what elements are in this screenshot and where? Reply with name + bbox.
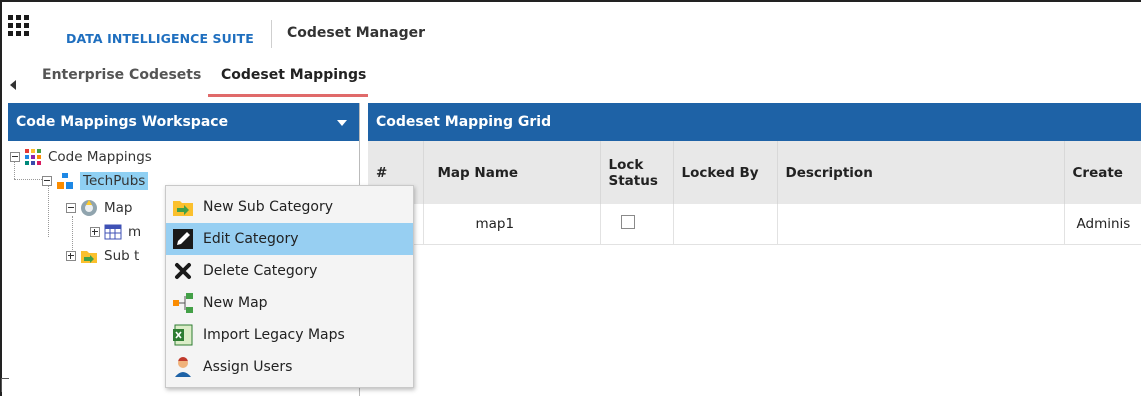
tree-node-root[interactable]: Code Mappings [10, 147, 152, 167]
menu-label-assign-users: Assign Users [203, 359, 293, 375]
tab-enterprise-codesets[interactable]: Enterprise Codesets [42, 67, 201, 83]
menu-item-delete-category[interactable]: Delete Category [166, 255, 413, 287]
tree-label-map-item: m [128, 224, 142, 240]
expand-toggle-icon[interactable] [66, 251, 76, 261]
tree-label-root: Code Mappings [48, 149, 152, 165]
menu-label-new-map: New Map [203, 295, 268, 311]
col-header-lock-status[interactable]: Lock Status [600, 141, 674, 204]
expand-toggle-icon[interactable] [90, 227, 100, 237]
table-row[interactable]: map1 Adminis [368, 204, 1141, 245]
menu-item-new-sub-category[interactable]: New Sub Category [166, 191, 413, 223]
mapping-grid: # Map Name Lock Status Locked By Descrip… [368, 141, 1141, 245]
delete-x-icon [172, 260, 194, 282]
workspace-title: Code Mappings Workspace [16, 114, 229, 130]
subcategory-folder-icon [80, 247, 98, 265]
col-header-locked-by[interactable]: Locked By [673, 141, 778, 204]
menu-label-new-sub-category: New Sub Category [203, 199, 334, 215]
new-map-icon [172, 292, 194, 314]
collapse-toggle-icon[interactable] [66, 203, 76, 213]
tab-codeset-mappings[interactable]: Codeset Mappings [221, 67, 366, 83]
tree-label-techpubs: TechPubs [80, 172, 149, 190]
col-header-created-by[interactable]: Create [1064, 141, 1141, 204]
tree-node-map-item[interactable]: m [90, 222, 141, 242]
col-header-description[interactable]: Description [777, 141, 1065, 204]
col-header-map-name[interactable]: Map Name [423, 141, 601, 204]
module-name: Codeset Manager [287, 25, 426, 41]
grid-header: Codeset Mapping Grid [368, 103, 1141, 141]
tree-node-sub[interactable]: Sub t [66, 246, 139, 266]
new-sub-category-icon [172, 196, 194, 218]
menu-item-edit-category[interactable]: Edit Category [166, 223, 413, 255]
cell-map-name[interactable]: map1 [423, 204, 601, 245]
grid-header-row: # Map Name Lock Status Locked By Descrip… [368, 141, 1141, 204]
excel-import-icon [172, 324, 194, 346]
code-mappings-icon [24, 148, 42, 166]
edit-pencil-icon [172, 228, 194, 250]
active-tab-indicator [208, 94, 368, 97]
collapse-toggle-icon[interactable] [42, 176, 52, 186]
table-icon [104, 223, 122, 241]
grid-title: Codeset Mapping Grid [376, 114, 552, 130]
menu-item-new-map[interactable]: New Map [166, 287, 413, 319]
menu-item-import-legacy-maps[interactable]: Import Legacy Maps [166, 319, 413, 351]
menu-label-edit-category: Edit Category [203, 231, 299, 247]
cell-locked-by [673, 204, 778, 245]
collapse-left-icon[interactable] [10, 80, 16, 90]
maps-folder-icon [80, 199, 98, 217]
tree-node-maps[interactable]: Map [66, 198, 133, 218]
tree-node-techpubs[interactable]: TechPubs [42, 171, 149, 191]
cell-created-by: Adminis [1064, 204, 1141, 245]
chevron-down-icon[interactable] [337, 120, 347, 126]
workspace-header[interactable]: Code Mappings Workspace [8, 103, 359, 141]
app-launcher-icon[interactable] [8, 15, 30, 36]
mapping-grid-panel: Codeset Mapping Grid # Map Name Lock Sta… [368, 103, 1141, 396]
tree-label-maps: Map [104, 200, 133, 216]
tree-label-sub: Sub t [104, 248, 140, 264]
lock-checkbox[interactable] [620, 214, 635, 229]
collapse-toggle-icon[interactable] [10, 152, 20, 162]
cell-lock-status [600, 204, 674, 245]
app-name[interactable]: DATA INTELLIGENCE SUITE [66, 31, 254, 46]
category-icon [56, 172, 74, 190]
top-header: DATA INTELLIGENCE SUITE Codeset Manager [0, 2, 1141, 60]
menu-item-assign-users[interactable]: Assign Users [166, 351, 413, 383]
menu-label-import-legacy-maps: Import Legacy Maps [203, 327, 345, 343]
header-divider [271, 20, 272, 48]
context-menu: New Sub Category Edit Category Delete Ca… [165, 185, 414, 388]
cell-description [777, 204, 1065, 245]
user-icon [172, 356, 194, 378]
menu-label-delete-category: Delete Category [203, 263, 318, 279]
cursor-mark [1, 378, 9, 392]
